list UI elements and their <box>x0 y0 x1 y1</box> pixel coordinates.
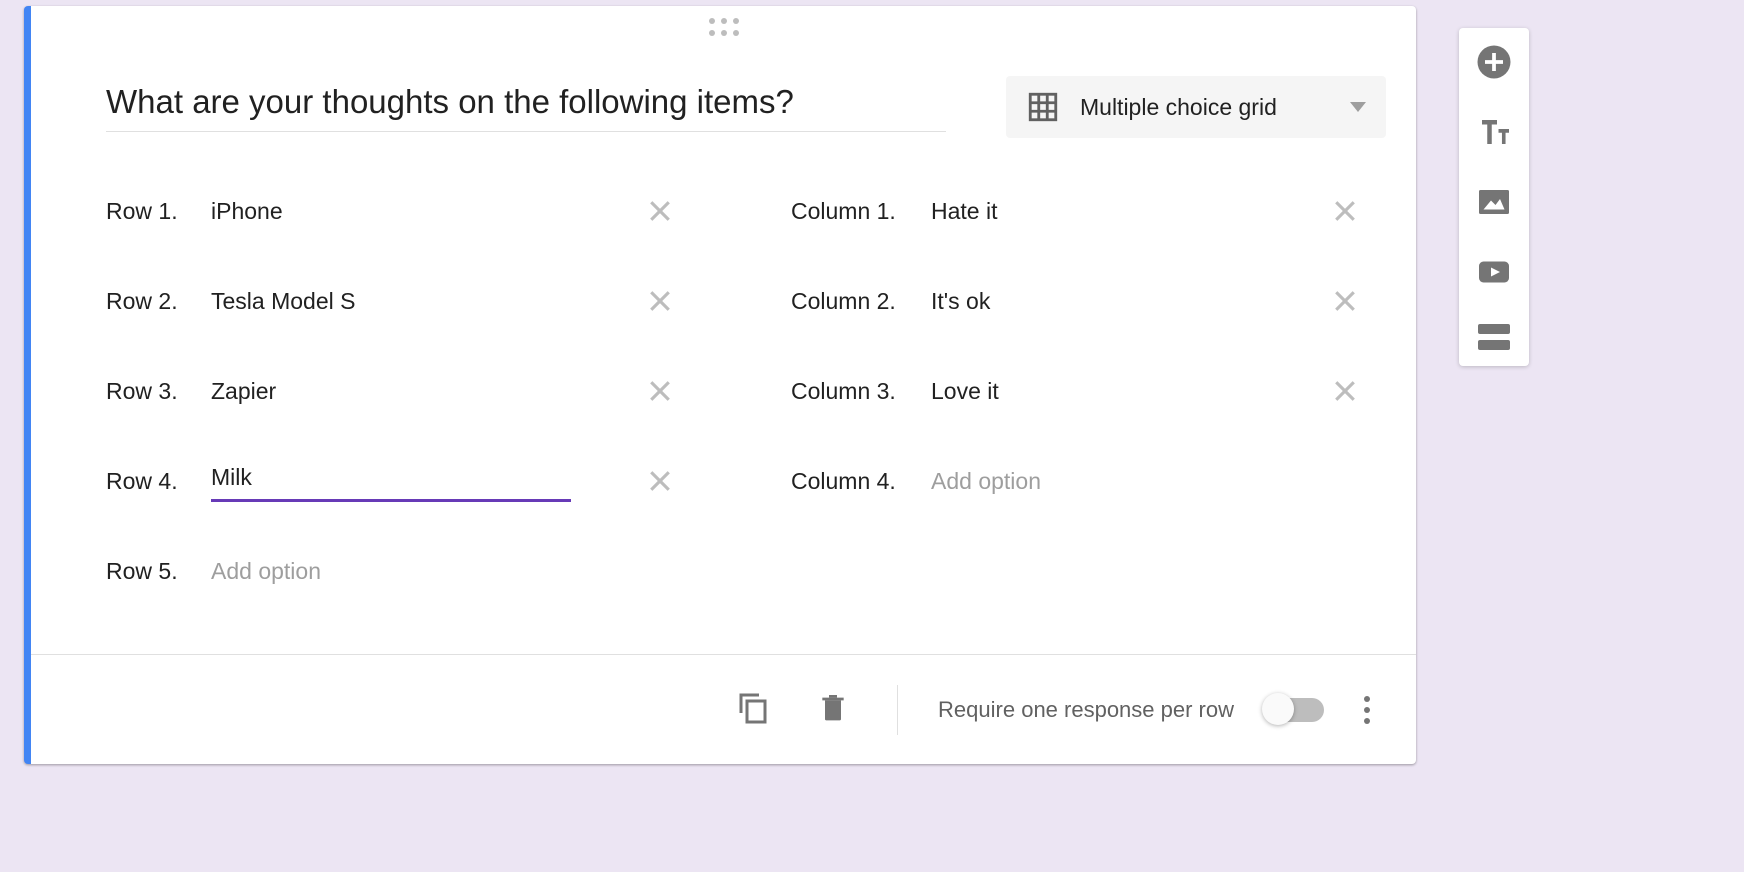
column-item: Column 3. <box>791 346 1366 436</box>
column-input[interactable] <box>931 194 1291 229</box>
row-input[interactable] <box>211 284 571 319</box>
require-response-toggle[interactable] <box>1264 698 1324 722</box>
question-footer: Require one response per row <box>31 654 1416 764</box>
more-options-button[interactable] <box>1354 686 1380 734</box>
remove-row-button[interactable] <box>639 190 681 232</box>
remove-column-button[interactable] <box>1324 280 1366 322</box>
row-item: Row 4. <box>106 436 681 526</box>
add-title-button[interactable] <box>1476 114 1512 150</box>
add-image-button[interactable] <box>1476 184 1512 220</box>
grid-options-area: Row 1.Row 2.Row 3.Row 4.Row 5.Add option… <box>106 166 1366 616</box>
question-type-label: Multiple choice grid <box>1080 94 1330 121</box>
side-toolbar <box>1459 28 1529 366</box>
row-input[interactable] <box>211 460 571 502</box>
column-label: Column 4. <box>791 468 931 495</box>
remove-column-button[interactable] <box>1324 190 1366 232</box>
add-row-option[interactable]: Add option <box>211 554 321 589</box>
column-item: Column 2. <box>791 256 1366 346</box>
chevron-down-icon <box>1350 102 1366 112</box>
question-type-selector[interactable]: Multiple choice grid <box>1006 76 1386 138</box>
row-label: Row 5. <box>106 558 211 585</box>
require-response-label: Require one response per row <box>938 697 1234 723</box>
row-label: Row 2. <box>106 288 211 315</box>
row-input[interactable] <box>211 374 571 409</box>
column-input[interactable] <box>931 374 1291 409</box>
remove-row-button[interactable] <box>639 280 681 322</box>
drag-handle-icon[interactable] <box>709 18 739 36</box>
grid-icon <box>1026 90 1060 124</box>
row-item: Row 2. <box>106 256 681 346</box>
add-video-button[interactable] <box>1476 254 1512 290</box>
add-question-button[interactable] <box>1476 44 1512 80</box>
question-card: What are your thoughts on the following … <box>24 6 1416 764</box>
column-label: Column 2. <box>791 288 931 315</box>
remove-row-button[interactable] <box>639 460 681 502</box>
column-item: Column 4.Add option <box>791 436 1366 526</box>
add-column-option[interactable]: Add option <box>931 464 1041 499</box>
question-header: What are your thoughts on the following … <box>106 76 1386 138</box>
remove-column-button[interactable] <box>1324 370 1366 412</box>
column-label: Column 3. <box>791 378 931 405</box>
rows-column: Row 1. Row 2. Row 3. Row 4. Row 5.Add option <box>106 166 681 616</box>
columns-column: Column 1. Column 2. Column 3. Column 4.Add … <box>791 166 1366 616</box>
footer-divider <box>897 685 898 735</box>
row-input[interactable] <box>211 194 571 229</box>
column-input[interactable] <box>931 284 1291 319</box>
remove-row-button[interactable] <box>639 370 681 412</box>
column-item: Column 1. <box>791 166 1366 256</box>
question-title-input[interactable]: What are your thoughts on the following … <box>106 83 946 132</box>
row-item: Row 1. <box>106 166 681 256</box>
row-item: Row 3. <box>106 346 681 436</box>
row-label: Row 3. <box>106 378 211 405</box>
row-label: Row 1. <box>106 198 211 225</box>
duplicate-button[interactable] <box>727 681 779 738</box>
row-label: Row 4. <box>106 468 211 495</box>
column-label: Column 1. <box>791 198 931 225</box>
add-section-button[interactable] <box>1478 324 1510 350</box>
row-item: Row 5.Add option <box>106 526 681 616</box>
delete-button[interactable] <box>809 681 857 738</box>
